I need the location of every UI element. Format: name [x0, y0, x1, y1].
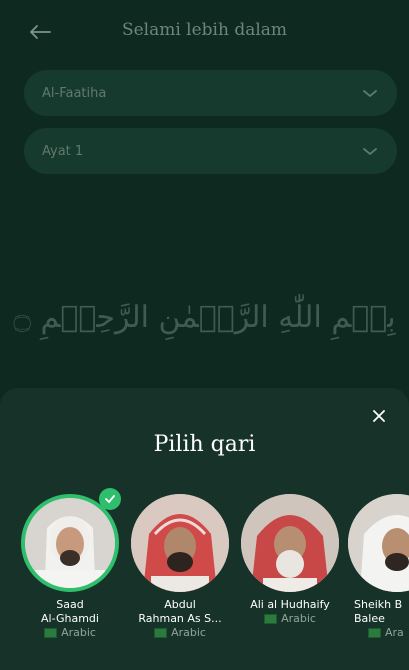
sheet-title: Pilih qari: [153, 432, 256, 457]
reciter-name: Saad Al-Ghamdi: [41, 598, 99, 625]
surah-dropdown-value: Al-Faatiha: [42, 85, 107, 101]
reciter-language: Arabic: [18, 626, 122, 640]
flag-icon: [264, 614, 278, 624]
reciter-item[interactable]: Ali al Hudhaify Arabic: [238, 494, 342, 626]
reciter-language: Arabic: [238, 612, 342, 626]
reciter-name: Abdul Rahman As S...: [138, 598, 222, 625]
surah-dropdown[interactable]: Al-Faatiha: [24, 70, 397, 116]
reciter-sheet: Pilih qari Saad Al-Ghamdi Arabic Abdul R…: [0, 388, 409, 670]
page-title: Selami lebih dalam: [121, 20, 288, 40]
reciter-item[interactable]: Abdul Rahman As S... Arabic: [128, 494, 232, 640]
chevron-down-icon: [363, 148, 377, 156]
check-icon: [99, 488, 121, 510]
chevron-down-icon: [363, 90, 377, 98]
flag-icon: [154, 628, 168, 638]
reciter-item[interactable]: Sheikh B Balee Ara: [348, 494, 409, 640]
ayat-dropdown[interactable]: Ayat 1: [24, 128, 397, 174]
flag-icon: [368, 628, 381, 638]
close-icon: [373, 410, 385, 422]
reciter-avatar: [131, 494, 229, 592]
flag-icon: [44, 628, 58, 638]
arabic-verse: بِسۡمِ اللّٰهِ الرَّحۡمٰنِ الرَّحِيۡمِ ۝: [13, 300, 396, 335]
reciter-language: Ara: [348, 626, 409, 640]
close-button[interactable]: [369, 406, 389, 426]
reciter-language: Arabic: [128, 626, 232, 640]
reciter-avatar: [241, 494, 339, 592]
reciter-avatar: [348, 494, 409, 592]
ayat-dropdown-value: Ayat 1: [42, 143, 84, 159]
reciter-name: Ali al Hudhaify: [250, 598, 330, 611]
reciter-name: Sheikh B Balee: [354, 598, 403, 625]
top-bar: Selami lebih dalam: [0, 0, 409, 62]
reciter-item[interactable]: Saad Al-Ghamdi Arabic: [18, 488, 122, 640]
